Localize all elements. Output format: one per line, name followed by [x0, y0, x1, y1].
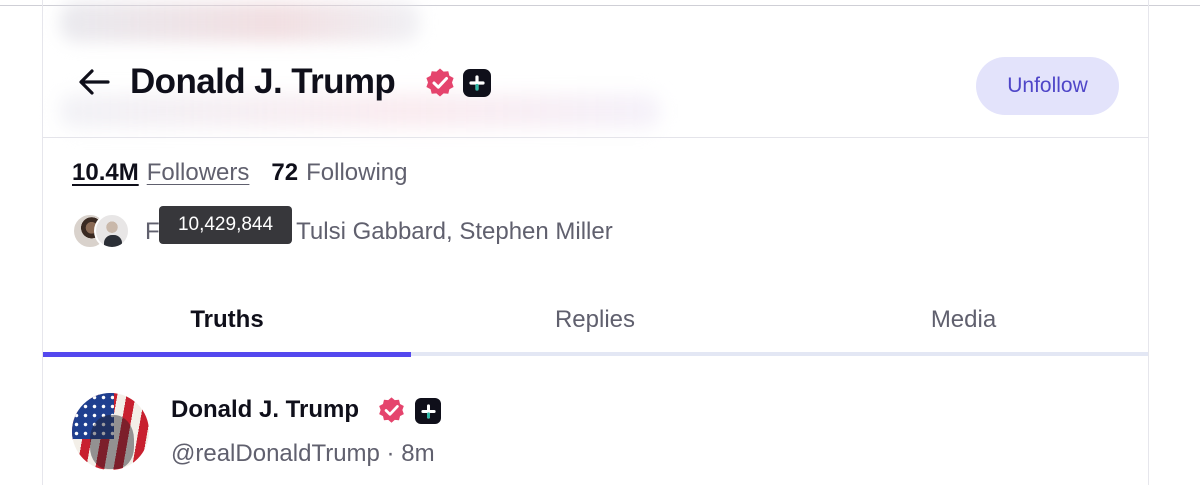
column-border-right [1148, 0, 1149, 485]
plus-badge-icon [415, 398, 441, 424]
active-tab-indicator [43, 352, 411, 357]
followers-link[interactable]: Followers [147, 158, 250, 188]
back-button[interactable] [76, 64, 112, 100]
avatar-portrait [90, 415, 134, 469]
following-link[interactable]: 72 Following [271, 158, 407, 188]
post-author-name[interactable]: Donald J. Trump [171, 394, 359, 426]
column-border-left [42, 0, 43, 485]
following-label: Following [306, 159, 408, 186]
profile-display-name: Donald J. Trump [130, 62, 396, 101]
profile-stats: 10.4M Followers 72 Following [72, 158, 408, 188]
unfollow-button[interactable]: Unfollow [976, 57, 1119, 115]
plus-badge-icon [463, 69, 491, 97]
blurred-banner-fragment [60, 2, 420, 42]
following-count: 72 [271, 159, 299, 186]
verified-badge-icon [424, 67, 456, 99]
tab-media[interactable]: Media [779, 302, 1148, 338]
header-divider [43, 137, 1148, 138]
follower-avatar[interactable] [94, 213, 130, 249]
verified-badge-icon [377, 396, 406, 425]
avatar[interactable] [72, 393, 149, 470]
arrow-left-icon [79, 69, 110, 95]
followers-count[interactable]: 10.4M [72, 158, 139, 188]
tab-replies[interactable]: Replies [411, 302, 779, 338]
post-handle-timestamp: @realDonaldTrump · 8m [171, 440, 435, 467]
follower-count-tooltip: 10,429,844 [159, 206, 292, 244]
tab-truths[interactable]: Truths [43, 302, 411, 338]
